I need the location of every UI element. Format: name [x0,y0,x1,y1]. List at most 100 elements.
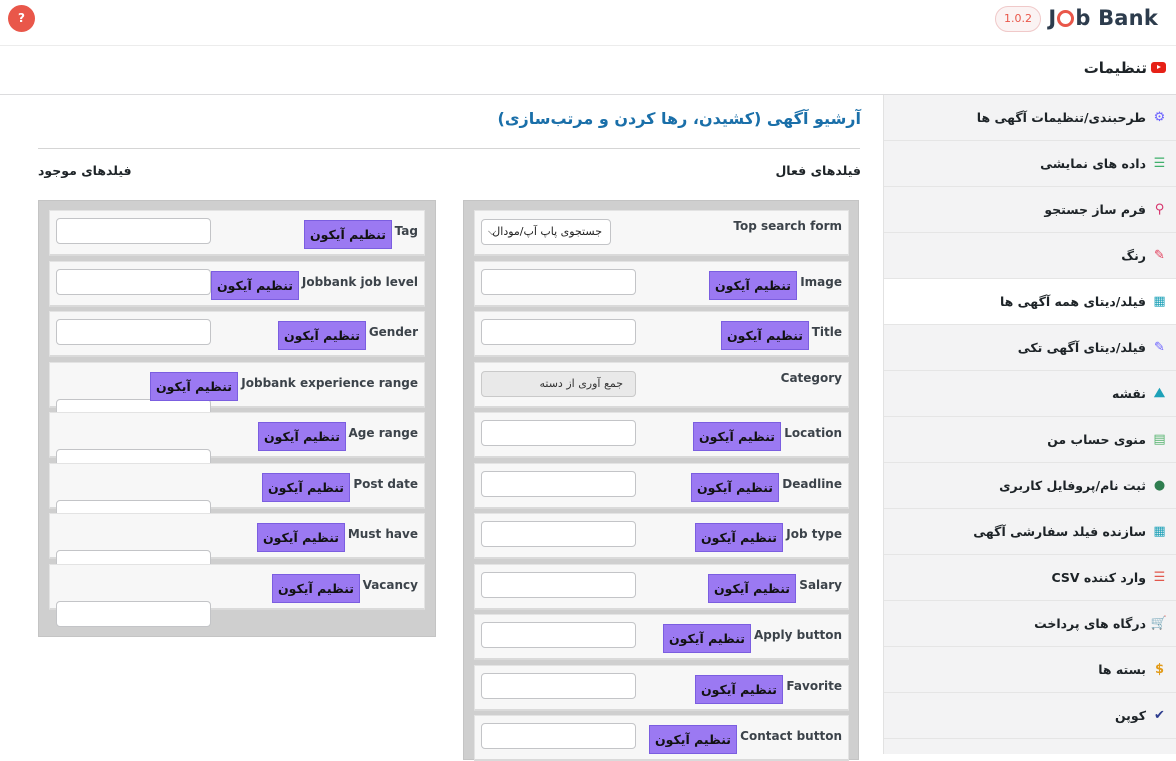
available-field-row[interactable]: Vacancy تنظیم آیکون [49,563,425,627]
help-button[interactable]: ? [8,5,35,32]
sidebar-item[interactable]: ▦ فیلد/دیتای همه آگهی ها [884,279,1176,325]
available-field-row[interactable]: Post date تنظیم آیکون [49,462,425,526]
chevron-down-icon: ⌵ [488,225,497,238]
active-field-row[interactable]: Deadline تنظیم آیکون [474,462,849,509]
available-field-row[interactable]: Gender تنظیم آیکون [49,311,425,357]
active-field-row[interactable]: Top search form جستجوی پاپ آپ/مودال ⌵ [474,210,849,256]
title-bar: تنظیمات [0,47,1176,95]
set-icon-button[interactable]: تنظیم آیکون [272,573,360,603]
settings-sidebar: ⚙ طرحبندی/تنظیمات آگهی ها ☰ داده های نمایشی… [883,95,1176,754]
active-field-row[interactable]: Location تنظیم آیکون [474,412,849,458]
sidebar-item-label: منوی حساب من [1047,432,1146,447]
field-text-input[interactable] [56,218,211,244]
set-icon-button[interactable]: تنظیم آیکون [257,523,345,552]
active-field-row[interactable]: Image تنظیم آیکون [474,260,849,307]
field-name: Vacancy [362,577,418,592]
set-icon-button[interactable]: تنظیم آیکون [721,321,809,350]
field-name: Title [811,325,842,339]
active-field-row[interactable]: Category جمع آوری از دسته [474,361,849,408]
youtube-icon[interactable] [1151,62,1166,73]
search-icon: ⚲ [1154,202,1165,217]
sidebar-item[interactable]: ✔ کوپن [884,693,1176,739]
sidebar-item-label: طرحبندی/تنظیمات آگهی ها [976,110,1146,125]
user-icon: ● [1153,478,1166,493]
table-icon: ▦ [1153,524,1166,539]
sidebar-item-label: فیلد/دیتای همه آگهی ها [999,294,1146,309]
field-name: Age range [348,426,418,440]
field-text-input[interactable] [481,672,636,699]
set-icon-button[interactable]: تنظیم آیکون [258,422,346,451]
field-text-input[interactable] [56,600,211,627]
sidebar-item-label: فرم ساز جستجو [1044,202,1146,217]
set-icon-button[interactable]: تنظیم آیکون [693,422,781,451]
available-field-row[interactable]: Age range تنظیم آیکون [49,412,425,475]
field-text-input[interactable] [56,268,211,295]
set-icon-button[interactable]: تنظیم آیکون [695,674,783,704]
field-name: Contact button [740,729,842,743]
sidebar-item-label: نقشه [1112,386,1146,401]
menu-icon: ▤ [1153,432,1166,447]
sidebar-item[interactable]: ⚙ طرحبندی/تنظیمات آگهی ها [884,95,1176,141]
sidebar-item[interactable]: ✎ رنگ [884,233,1176,279]
sidebar-item[interactable]: ✎ فیلد/دیتای آگهی تکی [884,325,1176,371]
active-field-row[interactable]: Salary تنظیم آیکون [474,563,849,610]
sidebar-item[interactable]: ☰ داده های نمایشی [884,141,1176,187]
active-fields-label: فیلدهای فعال [775,163,861,178]
set-icon-button[interactable]: تنظیم آیکون [708,573,796,603]
field-text-input[interactable] [481,521,636,547]
sidebar-item[interactable]: $ بسته ها [884,647,1176,693]
sidebar-item-label: بسته ها [1098,662,1146,677]
field-text-input[interactable] [481,622,636,648]
field-name: Favorite [786,678,842,693]
available-field-row[interactable]: Tag تنظیم آیکون [49,210,425,256]
field-text-input[interactable] [481,470,636,497]
sidebar-item[interactable]: ▦ سازنده فیلد سفارشی آگهی [884,509,1176,555]
available-fields-label: فیلدهای موجود [38,163,132,178]
set-icon-button[interactable]: تنظیم آیکون [709,270,797,300]
sidebar-item[interactable]: ⛰ نقشه [884,371,1176,417]
edit-icon: ✎ [1154,340,1165,355]
active-field-row[interactable]: Favorite تنظیم آیکون [474,664,849,711]
cart-icon: 🛒 [1150,616,1167,631]
category-source-input: جمع آوری از دسته [481,370,636,397]
available-field-row[interactable]: Jobbank experience range تنظیم آیکون [49,361,425,425]
field-text-input[interactable] [481,723,636,749]
set-icon-button[interactable]: تنظیم آیکون [304,220,392,249]
field-text-input[interactable] [481,268,636,295]
active-field-row[interactable]: Job type تنظیم آیکون [474,513,849,559]
available-field-row[interactable]: Must have تنظیم آیکون [49,513,425,576]
active-field-row[interactable]: Contact button تنظیم آیکون [474,715,849,761]
set-icon-button[interactable]: تنظیم آیکون [278,321,366,350]
sidebar-item[interactable]: ☰ وارد کننده CSV [884,555,1176,601]
top-bar: ? 1.0.2 Jb Bank [0,0,1176,46]
sidebar-item[interactable]: ⚲ فرم ساز جستجو [884,187,1176,233]
sidebar-item[interactable]: ▤ منوی حساب من [884,417,1176,463]
set-icon-button[interactable]: تنظیم آیکون [262,472,350,502]
active-field-row[interactable]: Title تنظیم آیکون [474,311,849,357]
page-title: تنظیمات [1084,59,1166,77]
field-name: Apply button [754,628,842,642]
search-form-select[interactable]: جستجوی پاپ آپ/مودال ⌵ [481,219,611,245]
field-text-input[interactable] [481,571,636,598]
field-name: Job type [786,527,842,541]
set-icon-button[interactable]: تنظیم آیکون [211,270,299,300]
set-icon-button[interactable]: تنظیم آیکون [695,523,783,552]
sidebar-item[interactable]: 🛒 درگاه های پرداخت [884,601,1176,647]
jobbank-logo: Jb Bank [1048,6,1158,30]
field-text-input[interactable] [481,319,636,345]
available-field-row[interactable]: Jobbank job level تنظیم آیکون [49,260,425,307]
field-name: Deadline [782,476,842,491]
set-icon-button[interactable]: تنظیم آیکون [649,725,737,754]
set-icon-button[interactable]: تنظیم آیکون [663,624,751,653]
active-field-row[interactable]: Apply button تنظیم آیکون [474,614,849,660]
logo-o-icon [1057,10,1075,27]
table-icon: ▦ [1153,294,1166,309]
section-heading: آرشیو آگهی (کشیدن، رها کردن و مرتب‌سازی) [497,109,861,128]
sidebar-item-label: سازنده فیلد سفارشی آگهی [973,524,1146,539]
set-icon-button[interactable]: تنظیم آیکون [150,371,238,401]
set-icon-button[interactable]: تنظیم آیکون [691,472,779,502]
field-text-input[interactable] [56,319,211,345]
sidebar-item[interactable]: ● ثبت نام/پروفایل کاربری [884,463,1176,509]
field-name: Image [800,274,842,289]
field-text-input[interactable] [481,420,636,446]
